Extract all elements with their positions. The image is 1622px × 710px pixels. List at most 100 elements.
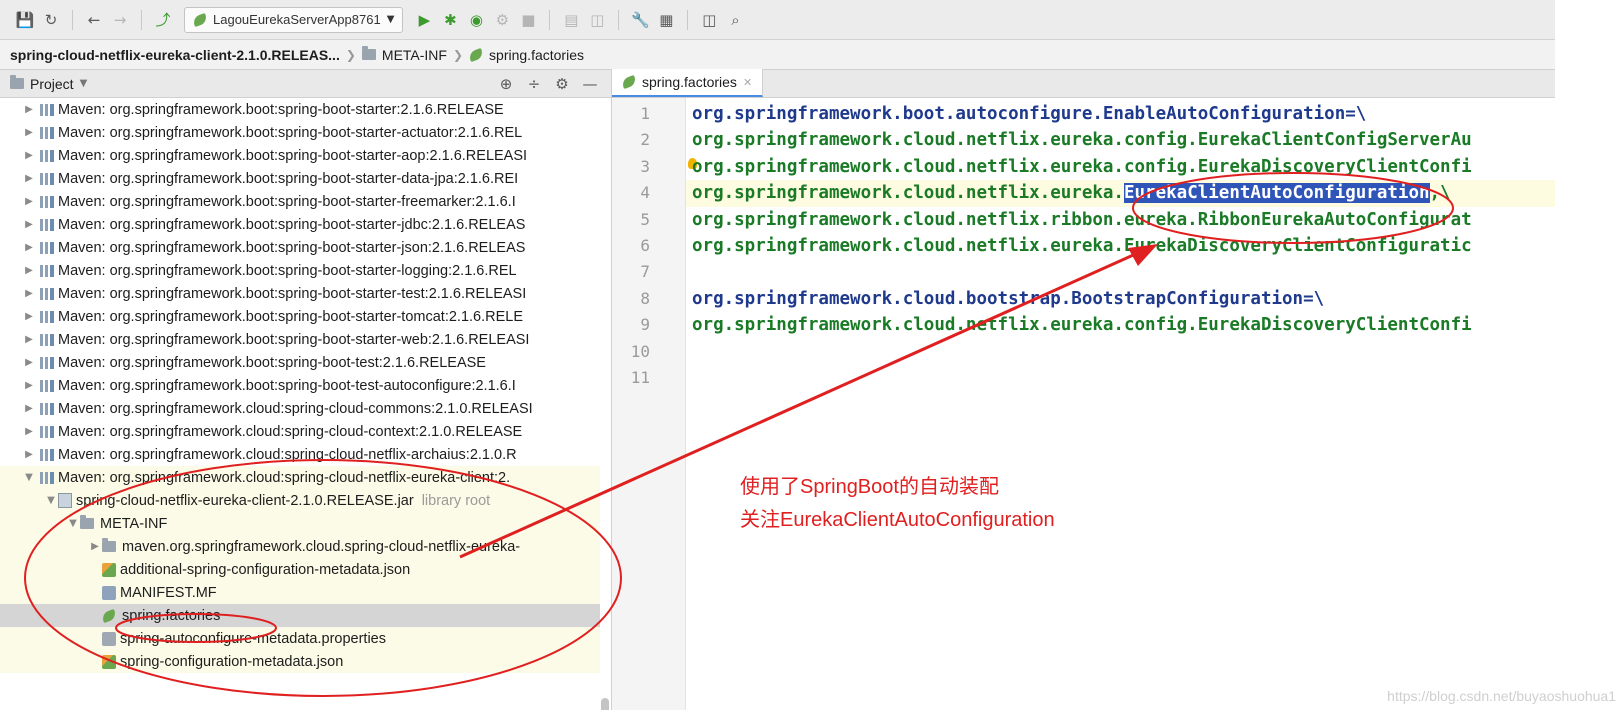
code-line[interactable]: org.springframework.cloud.netflix.ribbon… bbox=[686, 207, 1555, 233]
code-line[interactable]: org.springframework.cloud.netflix.eureka… bbox=[686, 312, 1555, 338]
project-panel: Project ▼ ⊕ ÷ ⚙ — ▶ Maven: org.springfram… bbox=[0, 70, 612, 710]
run-configuration-select[interactable]: LagouEurekaServerApp8761 ▼ bbox=[184, 6, 404, 33]
locate-icon[interactable]: ⊕ bbox=[495, 73, 517, 95]
tree-item-library[interactable]: ▶ Maven: org.springframework.boot:spring-… bbox=[0, 259, 600, 282]
collapse-arrow-icon[interactable]: ▶ bbox=[22, 311, 36, 322]
tree-item-folder[interactable]: ▶ maven.org.springframework.cloud.spring-… bbox=[0, 535, 600, 558]
code-line[interactable]: org.springframework.cloud.netflix.eureka… bbox=[686, 233, 1555, 259]
tab-spring-factories[interactable]: spring.factories ✕ bbox=[612, 69, 764, 97]
tree-item-library[interactable]: ▶ Maven: org.springframework.cloud:spring… bbox=[0, 443, 600, 466]
expand-arrow-icon[interactable]: ▼ bbox=[22, 472, 36, 483]
tree-item-library[interactable]: ▼ Maven: org.springframework.cloud:spring… bbox=[0, 466, 600, 489]
spring-factories-icon bbox=[467, 47, 485, 62]
tree-item-library[interactable]: ▶ Maven: org.springframework.boot:spring-… bbox=[0, 236, 600, 259]
tree-item-json[interactable]: spring-configuration-metadata.json bbox=[0, 650, 600, 673]
settings-icon[interactable]: ▦ bbox=[655, 9, 677, 31]
tree-item-label: spring.factories bbox=[122, 607, 221, 624]
collapse-arrow-icon[interactable]: ▶ bbox=[22, 334, 36, 345]
tree-item-library[interactable]: ▶ Maven: org.springframework.boot:spring-… bbox=[0, 282, 600, 305]
collapse-arrow-icon[interactable]: ▶ bbox=[22, 127, 36, 138]
collapse-arrow-icon[interactable]: ▶ bbox=[22, 173, 36, 184]
tree-item-library[interactable]: ▶ Maven: org.springframework.cloud:spring… bbox=[0, 420, 600, 443]
collapse-arrow-icon[interactable]: ▶ bbox=[88, 541, 102, 552]
collapse-arrow-icon[interactable]: ▶ bbox=[22, 242, 36, 253]
close-icon[interactable]: ✕ bbox=[743, 76, 752, 89]
build-icon[interactable]: ⤴ bbox=[152, 9, 174, 31]
tree-item-props[interactable]: spring-autoconfigure-metadata.properties bbox=[0, 627, 600, 650]
tree-item-library[interactable]: ▶ Maven: org.springframework.boot:spring-… bbox=[0, 167, 600, 190]
vertical-scrollbar[interactable] bbox=[601, 698, 609, 710]
profile-icon[interactable]: ⚙ bbox=[491, 9, 513, 31]
tree-item-library[interactable]: ▶ Maven: org.springframework.boot:spring-… bbox=[0, 328, 600, 351]
tree-item-library[interactable]: ▶ Maven: org.springframework.boot:spring-… bbox=[0, 144, 600, 167]
tree-item-library[interactable]: ▶ Maven: org.springframework.boot:spring-… bbox=[0, 190, 600, 213]
tree-item-library[interactable]: ▶ Maven: org.springframework.cloud:spring… bbox=[0, 397, 600, 420]
library-icon bbox=[40, 471, 54, 484]
tree-item-library[interactable]: ▶ Maven: org.springframework.boot:spring-… bbox=[0, 305, 600, 328]
tree-item-library[interactable]: ▶ Maven: org.springframework.boot:spring-… bbox=[0, 121, 600, 144]
tree-item-label: Maven: org.springframework.cloud:spring-… bbox=[58, 423, 523, 440]
debug-icon[interactable]: ✱ bbox=[439, 9, 461, 31]
code-line[interactable]: org.springframework.cloud.bootstrap.Boot… bbox=[686, 286, 1555, 312]
collapse-arrow-icon[interactable]: ▶ bbox=[22, 426, 36, 437]
tree-item-json[interactable]: additional-spring-configuration-metadata… bbox=[0, 558, 600, 581]
code-line[interactable]: org.springframework.cloud.netflix.eureka… bbox=[686, 154, 1555, 180]
collapse-arrow-icon[interactable]: ▶ bbox=[22, 196, 36, 207]
collapse-arrow-icon[interactable]: ▶ bbox=[22, 357, 36, 368]
breadcrumb-file[interactable]: spring.factories bbox=[489, 47, 584, 63]
collapse-arrow-icon[interactable]: ▶ bbox=[22, 380, 36, 391]
code-line[interactable]: org.springframework.boot.autoconfigure.E… bbox=[686, 101, 1555, 127]
code-line[interactable]: org.springframework.cloud.netflix.eureka… bbox=[686, 127, 1555, 153]
hierarchy-icon[interactable]: ◫ bbox=[586, 9, 608, 31]
collapse-all-icon[interactable]: ÷ bbox=[523, 73, 545, 95]
forward-icon[interactable]: → bbox=[109, 9, 131, 31]
tool-icon[interactable]: 🔧 bbox=[629, 9, 651, 31]
collapse-arrow-icon[interactable]: ▶ bbox=[22, 403, 36, 414]
collapse-arrow-icon[interactable]: ▶ bbox=[22, 288, 36, 299]
tree-item-label: Maven: org.springframework.boot:spring-b… bbox=[58, 216, 526, 233]
breadcrumb-folder[interactable]: META-INF bbox=[382, 47, 447, 63]
tab-label: spring.factories bbox=[642, 74, 737, 90]
folder-icon bbox=[361, 46, 376, 60]
code-line[interactable] bbox=[686, 339, 1555, 365]
code-line[interactable] bbox=[686, 365, 1555, 391]
save-icon[interactable]: 💾 bbox=[14, 9, 36, 31]
collapse-arrow-icon[interactable]: ▶ bbox=[22, 150, 36, 161]
search-icon[interactable]: ⌕ bbox=[724, 9, 746, 31]
tree-item-library[interactable]: ▶ Maven: org.springframework.boot:spring-… bbox=[0, 351, 600, 374]
terminal-icon[interactable]: ◫ bbox=[698, 9, 720, 31]
code-line[interactable] bbox=[686, 259, 1555, 285]
collapse-arrow-icon[interactable]: ▶ bbox=[22, 265, 36, 276]
collapse-arrow-icon[interactable]: ▶ bbox=[22, 219, 36, 230]
tree-item-library[interactable]: ▶ Maven: org.springframework.boot:spring-… bbox=[0, 374, 600, 397]
tree-item-jar[interactable]: ▼ spring-cloud-netflix-eureka-client-2.1.… bbox=[0, 489, 600, 512]
collapse-arrow-icon[interactable]: ▶ bbox=[22, 449, 36, 460]
code-area[interactable]: org.springframework.boot.autoconfigure.E… bbox=[686, 98, 1555, 710]
coverage-icon[interactable]: ◉ bbox=[465, 9, 487, 31]
tree-item-library[interactable]: ▶ Maven: org.springframework.boot:spring-… bbox=[0, 98, 600, 121]
breadcrumb: spring-cloud-netflix-eureka-client-2.1.0… bbox=[0, 40, 1555, 70]
collapse-arrow-icon[interactable]: ▶ bbox=[22, 104, 36, 115]
tree-item-mf[interactable]: MANIFEST.MF bbox=[0, 581, 600, 604]
tree-item-label: Maven: org.springframework.cloud:spring-… bbox=[58, 469, 511, 486]
sync-icon[interactable]: ↻ bbox=[40, 9, 62, 31]
project-title[interactable]: Project bbox=[30, 76, 74, 92]
gear-icon[interactable]: ⚙ bbox=[551, 73, 573, 95]
editor-tab-bar: spring.factories ✕ bbox=[612, 69, 1555, 98]
structure-icon[interactable]: ▤ bbox=[560, 9, 582, 31]
expand-arrow-icon[interactable]: ▼ bbox=[44, 495, 58, 506]
hide-icon[interactable]: — bbox=[579, 73, 601, 95]
line-number: 9 bbox=[640, 315, 650, 335]
code-line[interactable]: org.springframework.cloud.netflix.eureka… bbox=[686, 180, 1555, 207]
tree-item-factories[interactable]: spring.factories bbox=[0, 604, 600, 627]
library-icon bbox=[40, 149, 54, 162]
tree-item-library[interactable]: ▶ Maven: org.springframework.boot:spring-… bbox=[0, 213, 600, 236]
tree-item-folder[interactable]: ▼ META-INF bbox=[0, 512, 600, 535]
breadcrumb-module[interactable]: spring-cloud-netflix-eureka-client-2.1.0… bbox=[10, 47, 340, 63]
chevron-down-icon[interactable]: ▼ bbox=[80, 78, 88, 89]
back-icon[interactable]: ← bbox=[83, 9, 105, 31]
stop-icon[interactable]: ■ bbox=[517, 9, 539, 31]
line-number-gutter: 1 2 3 4 5 6 7 8 9 10 11 bbox=[612, 98, 686, 710]
expand-arrow-icon[interactable]: ▼ bbox=[66, 518, 80, 529]
run-icon[interactable]: ▶ bbox=[413, 9, 435, 31]
